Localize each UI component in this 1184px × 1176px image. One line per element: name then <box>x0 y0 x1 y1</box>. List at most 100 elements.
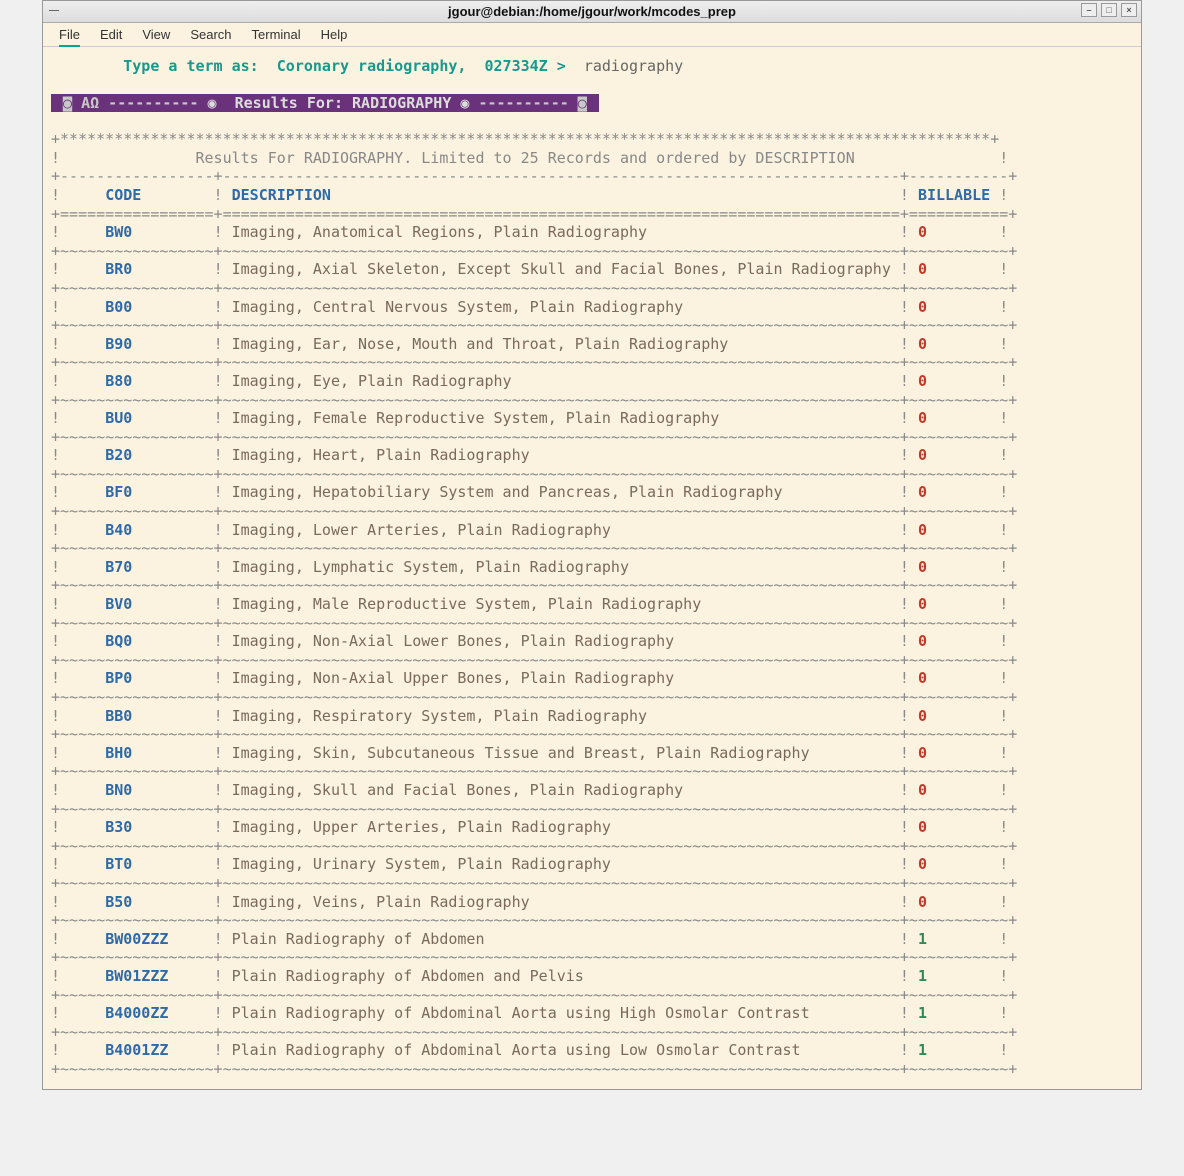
window-title: jgour@debian:/home/jgour/work/mcodes_pre… <box>448 4 736 19</box>
desc-cell: Imaging, Urinary System, Plain Radiograp… <box>232 855 900 873</box>
results-banner: ◙ ΑΩ ---------- ◉ Results For: RADIOGRAP… <box>51 76 1133 113</box>
search-input-value[interactable]: radiography <box>584 57 683 75</box>
table-row: ! B80 ! Imaging, Eye, Plain Radiography … <box>51 372 1133 391</box>
table-row: ! B30 ! Imaging, Upper Arteries, Plain R… <box>51 818 1133 837</box>
terminal-window: — jgour@debian:/home/jgour/work/mcodes_p… <box>42 0 1142 1090</box>
menu-view[interactable]: View <box>132 24 180 45</box>
table-row: ! BH0 ! Imaging, Skin, Subcutaneous Tiss… <box>51 744 1133 763</box>
row-divider: +~~~~~~~~~~~~~~~~~+~~~~~~~~~~~~~~~~~~~~~… <box>51 576 1133 595</box>
desc-cell: Imaging, Upper Arteries, Plain Radiograp… <box>232 818 900 836</box>
maximize-button[interactable]: □ <box>1101 3 1117 17</box>
bill-cell: 0 <box>918 669 990 687</box>
row-divider: +~~~~~~~~~~~~~~~~~+~~~~~~~~~~~~~~~~~~~~~… <box>51 688 1133 707</box>
prompt-eg1: Coronary radiography, <box>277 57 467 75</box>
menu-file[interactable]: File <box>49 24 90 45</box>
bill-cell: 0 <box>918 818 990 836</box>
code-cell: B70 <box>105 558 213 576</box>
col-code: CODE <box>105 186 141 204</box>
desc-cell: Imaging, Lymphatic System, Plain Radiogr… <box>232 558 900 576</box>
terminal-body[interactable]: Type a term as: Coronary radiography, 02… <box>43 47 1141 1080</box>
code-cell: B4000ZZ <box>105 1004 213 1022</box>
table-row: ! B4001ZZ ! Plain Radiography of Abdomin… <box>51 1041 1133 1060</box>
bill-cell: 1 <box>918 1041 990 1059</box>
table-row: ! BV0 ! Imaging, Male Reproductive Syste… <box>51 595 1133 614</box>
row-divider: +~~~~~~~~~~~~~~~~~+~~~~~~~~~~~~~~~~~~~~~… <box>51 725 1133 744</box>
bill-cell: 0 <box>918 595 990 613</box>
table-row: ! BW0 ! Imaging, Anatomical Regions, Pla… <box>51 223 1133 242</box>
row-divider: +~~~~~~~~~~~~~~~~~+~~~~~~~~~~~~~~~~~~~~~… <box>51 948 1133 967</box>
desc-cell: Imaging, Eye, Plain Radiography <box>232 372 900 390</box>
table-row: ! BW00ZZZ ! Plain Radiography of Abdomen… <box>51 930 1133 949</box>
bill-cell: 0 <box>918 446 990 464</box>
desc-cell: Imaging, Hepatobiliary System and Pancre… <box>232 483 900 501</box>
bill-cell: 0 <box>918 558 990 576</box>
code-cell: BU0 <box>105 409 213 427</box>
bill-cell: 1 <box>918 930 990 948</box>
desc-cell: Imaging, Non-Axial Lower Bones, Plain Ra… <box>232 632 900 650</box>
menu-search[interactable]: Search <box>180 24 241 45</box>
row-divider: +~~~~~~~~~~~~~~~~~+~~~~~~~~~~~~~~~~~~~~~… <box>51 242 1133 261</box>
bill-cell: 0 <box>918 409 990 427</box>
code-cell: B20 <box>105 446 213 464</box>
bill-cell: 0 <box>918 744 990 762</box>
bill-cell: 0 <box>918 483 990 501</box>
row-divider: +~~~~~~~~~~~~~~~~~+~~~~~~~~~~~~~~~~~~~~~… <box>51 614 1133 633</box>
code-cell: BT0 <box>105 855 213 873</box>
titlebar[interactable]: — jgour@debian:/home/jgour/work/mcodes_p… <box>43 1 1141 23</box>
menu-terminal[interactable]: Terminal <box>242 24 311 45</box>
desc-cell: Plain Radiography of Abdominal Aorta usi… <box>232 1004 900 1022</box>
bill-cell: 0 <box>918 855 990 873</box>
bill-cell: 0 <box>918 298 990 316</box>
desc-cell: Imaging, Anatomical Regions, Plain Radio… <box>232 223 900 241</box>
row-divider: +~~~~~~~~~~~~~~~~~+~~~~~~~~~~~~~~~~~~~~~… <box>51 911 1133 930</box>
table-row: ! BR0 ! Imaging, Axial Skeleton, Except … <box>51 260 1133 279</box>
minimize-button[interactable]: – <box>1081 3 1097 17</box>
code-cell: BW00ZZZ <box>105 930 213 948</box>
table-row: ! BF0 ! Imaging, Hepatobiliary System an… <box>51 483 1133 502</box>
code-cell: B90 <box>105 335 213 353</box>
desc-cell: Plain Radiography of Abdomen <box>232 930 900 948</box>
prompt-eg2: 027334Z > <box>485 57 566 75</box>
row-divider: +~~~~~~~~~~~~~~~~~+~~~~~~~~~~~~~~~~~~~~~… <box>51 353 1133 372</box>
table-row: ! BN0 ! Imaging, Skull and Facial Bones,… <box>51 781 1133 800</box>
row-divider: +~~~~~~~~~~~~~~~~~+~~~~~~~~~~~~~~~~~~~~~… <box>51 539 1133 558</box>
table-row: ! BT0 ! Imaging, Urinary System, Plain R… <box>51 855 1133 874</box>
table-row: ! B70 ! Imaging, Lymphatic System, Plain… <box>51 558 1133 577</box>
close-button[interactable]: × <box>1121 3 1137 17</box>
bill-cell: 0 <box>918 372 990 390</box>
desc-cell: Imaging, Central Nervous System, Plain R… <box>232 298 900 316</box>
titlebar-dash-icon: — <box>49 5 59 16</box>
desc-cell: Imaging, Male Reproductive System, Plain… <box>232 595 900 613</box>
bill-cell: 0 <box>918 260 990 278</box>
table-row: ! BB0 ! Imaging, Respiratory System, Pla… <box>51 707 1133 726</box>
table-row: ! B4000ZZ ! Plain Radiography of Abdomin… <box>51 1004 1133 1023</box>
divider-eq: +=================+=====================… <box>51 205 1133 224</box>
row-divider: +~~~~~~~~~~~~~~~~~+~~~~~~~~~~~~~~~~~~~~~… <box>51 837 1133 856</box>
row-divider: +~~~~~~~~~~~~~~~~~+~~~~~~~~~~~~~~~~~~~~~… <box>51 762 1133 781</box>
code-cell: BH0 <box>105 744 213 762</box>
desc-cell: Plain Radiography of Abdomen and Pelvis <box>232 967 900 985</box>
code-cell: B50 <box>105 893 213 911</box>
code-cell: B30 <box>105 818 213 836</box>
bill-cell: 1 <box>918 967 990 985</box>
code-cell: B4001ZZ <box>105 1041 213 1059</box>
desc-cell: Plain Radiography of Abdominal Aorta usi… <box>232 1041 900 1059</box>
row-divider: +~~~~~~~~~~~~~~~~~+~~~~~~~~~~~~~~~~~~~~~… <box>51 874 1133 893</box>
table-row: ! BU0 ! Imaging, Female Reproductive Sys… <box>51 409 1133 428</box>
bill-cell: 0 <box>918 707 990 725</box>
row-divider: +~~~~~~~~~~~~~~~~~+~~~~~~~~~~~~~~~~~~~~~… <box>51 391 1133 410</box>
desc-cell: Imaging, Respiratory System, Plain Radio… <box>232 707 900 725</box>
row-divider: +~~~~~~~~~~~~~~~~~+~~~~~~~~~~~~~~~~~~~~~… <box>51 502 1133 521</box>
header-row: ! CODE! DESCRIPTION! BILLABLE ! <box>51 186 1133 205</box>
code-cell: BN0 <box>105 781 213 799</box>
table-row: ! BP0 ! Imaging, Non-Axial Upper Bones, … <box>51 669 1133 688</box>
bill-cell: 0 <box>918 893 990 911</box>
desc-cell: Imaging, Non-Axial Upper Bones, Plain Ra… <box>232 669 900 687</box>
menu-edit[interactable]: Edit <box>90 24 132 45</box>
menu-help[interactable]: Help <box>311 24 358 45</box>
bill-cell: 0 <box>918 632 990 650</box>
code-cell: BR0 <box>105 260 213 278</box>
summary-line: ! Results For RADIOGRAPHY. Limited to 25… <box>51 149 1133 168</box>
desc-cell: Imaging, Ear, Nose, Mouth and Throat, Pl… <box>232 335 900 353</box>
divider-dash: +-----------------+---------------------… <box>51 167 1133 186</box>
